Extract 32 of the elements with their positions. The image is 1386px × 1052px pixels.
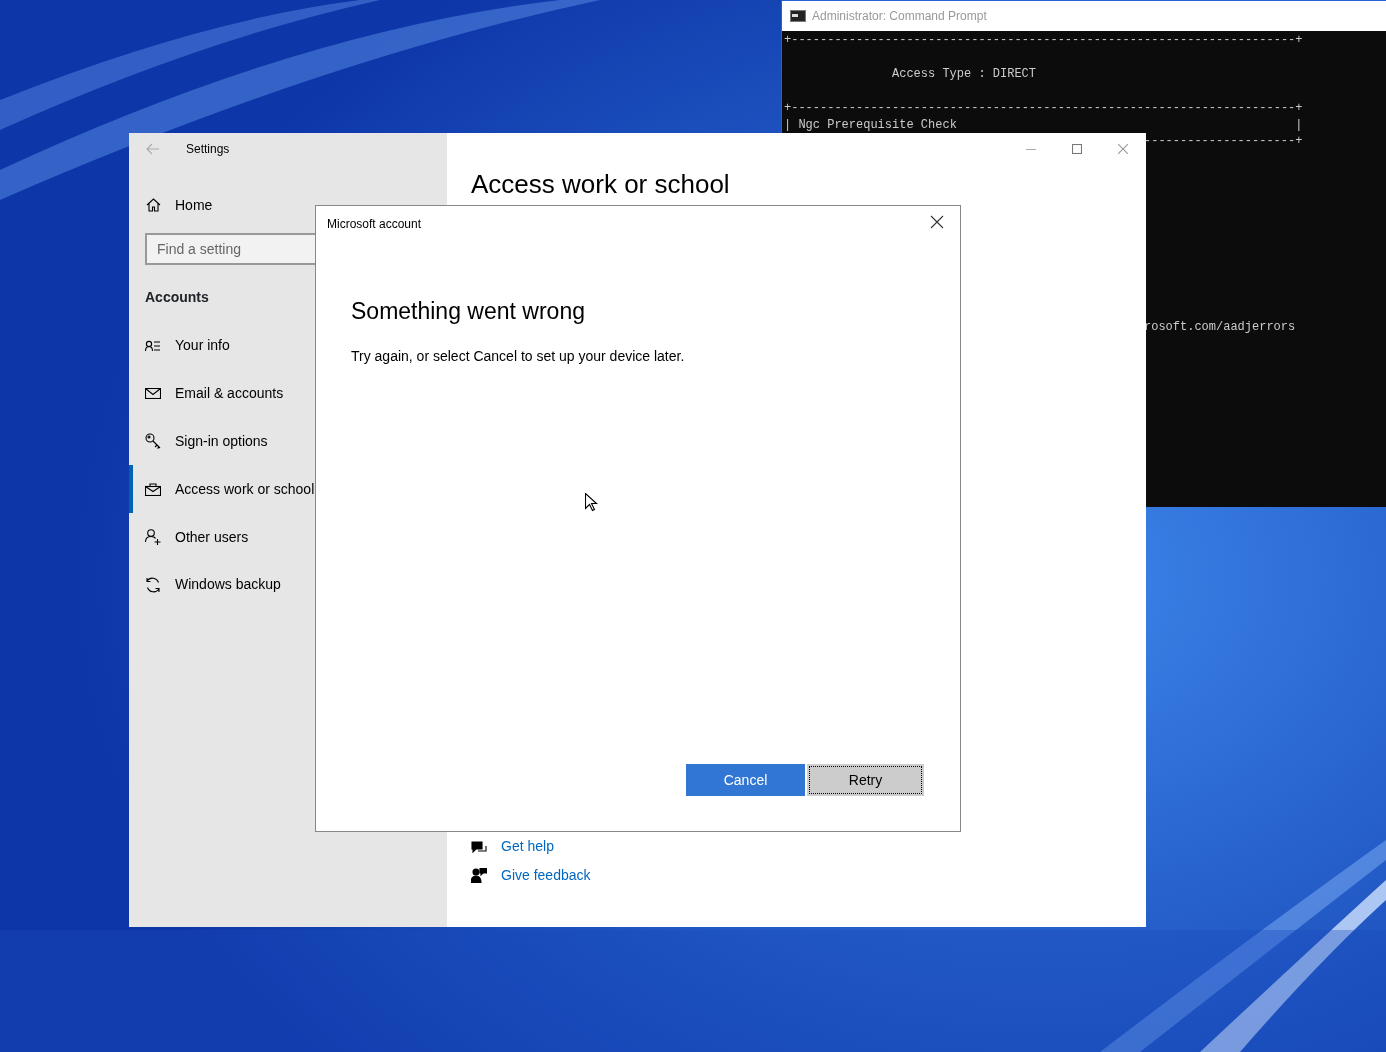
minimize-icon[interactable] [1026, 148, 1036, 150]
envelope-icon [145, 388, 161, 400]
console-line: +----------------------------------------------------------------------+ [784, 32, 1303, 49]
close-icon[interactable] [930, 215, 944, 229]
window-title: Administrator: Command Prompt [812, 8, 987, 25]
help-chat-icon [471, 840, 487, 853]
key-icon [145, 433, 161, 450]
console-icon [790, 10, 806, 22]
cancel-button[interactable]: Cancel [686, 764, 805, 796]
sync-icon [145, 576, 161, 593]
page-heading: Access work or school [471, 169, 730, 201]
home-icon [146, 198, 161, 212]
window-title: Settings [186, 141, 230, 158]
briefcase-icon [145, 482, 161, 496]
maximize-icon[interactable] [1072, 144, 1082, 154]
back-arrow-icon[interactable] [146, 143, 160, 155]
console-line: ---------------------+ [1144, 133, 1303, 151]
person-list-icon [145, 339, 161, 352]
cursor-icon [585, 493, 598, 512]
dialog-heading: Something went wrong [351, 297, 585, 326]
link[interactable]: Get help [501, 836, 554, 857]
dialog-message: Try again, or select Cancel to set up your device later. [351, 347, 685, 366]
console-line: Access Type : DIRECT [892, 65, 1037, 83]
console-line: | Ngc Prerequisite Check | [784, 116, 1303, 134]
feedback-icon [471, 868, 487, 883]
person-add-icon [145, 529, 161, 546]
console-line: rosoft.com/aadjerrors [1144, 319, 1296, 337]
console-line: +----------------------------------------------------------------------+ [784, 99, 1303, 117]
home-link[interactable]: Home [175, 194, 213, 216]
link[interactable]: Give feedback [501, 865, 591, 886]
retry-button[interactable]: Retry [807, 764, 924, 796]
dialog-title: Microsoft account [327, 216, 422, 233]
